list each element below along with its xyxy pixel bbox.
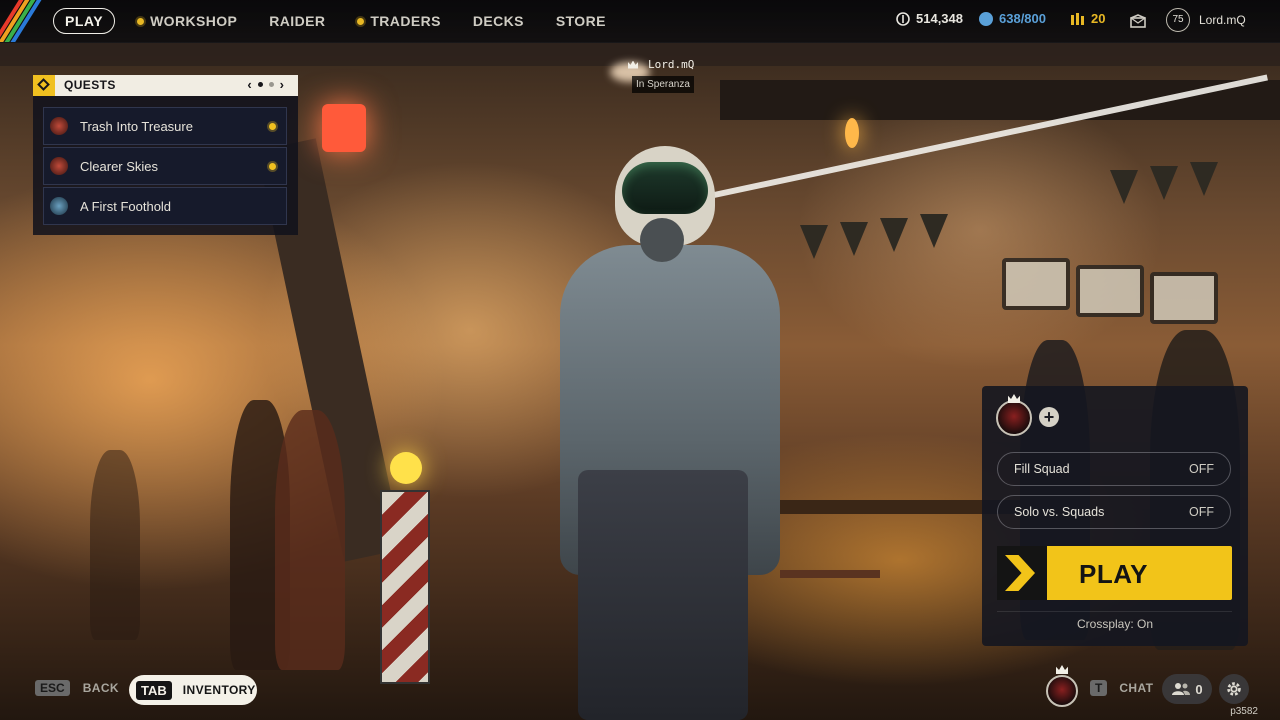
inventory-button[interactable]: TAB INVENTORY bbox=[129, 675, 257, 705]
tracked-marker-icon bbox=[269, 122, 276, 130]
friends-icon bbox=[1172, 683, 1191, 695]
quests-diamond-icon bbox=[33, 75, 55, 96]
nav-tab-label: WORKSHOP bbox=[150, 13, 238, 29]
nav-tab-workshop[interactable]: WORKSHOP bbox=[137, 8, 237, 34]
inventory-label: INVENTORY bbox=[182, 683, 256, 697]
solo-vs-squads-toggle[interactable]: Solo vs. Squads OFF bbox=[997, 495, 1231, 529]
play-button-label: PLAY bbox=[1079, 559, 1148, 589]
nav-tab-play[interactable]: PLAY bbox=[53, 8, 116, 34]
tokens-value: 20 bbox=[1091, 11, 1106, 26]
quest-giver-avatar-icon bbox=[50, 157, 68, 175]
player-nameplate: Lord.mQ In Speranza bbox=[628, 58, 694, 93]
fill-squad-toggle[interactable]: Fill Squad OFF bbox=[997, 452, 1231, 486]
tracked-marker-icon bbox=[269, 162, 276, 170]
esc-key-hint: ESC bbox=[35, 680, 70, 696]
friends-count: 0 bbox=[1195, 681, 1203, 697]
nav-tab-decks[interactable]: DECKS bbox=[473, 8, 524, 34]
nav-tab-raider[interactable]: RAIDER bbox=[269, 8, 325, 34]
quests-panel: QUESTS ‹ › Trash Into Treasure Clearer S… bbox=[33, 75, 298, 235]
notification-dot-icon bbox=[357, 17, 365, 25]
raider-tokens-icon bbox=[1071, 12, 1084, 25]
chevron-left-icon[interactable]: ‹ bbox=[247, 77, 251, 92]
nameplate-name: Lord.mQ bbox=[648, 58, 695, 71]
quest-label: Trash Into Treasure bbox=[80, 118, 193, 134]
main-nav: PLAY WORKSHOP RAIDER TRADERS DECKS STORE bbox=[53, 8, 638, 34]
chat-label: CHAT bbox=[1119, 681, 1154, 695]
quests-title: QUESTS bbox=[64, 78, 116, 92]
coins-value: 514,348 bbox=[916, 11, 963, 26]
nameplate-location: In Speranza bbox=[632, 76, 694, 93]
page-dot-active bbox=[257, 82, 263, 87]
friends-button[interactable]: 0 bbox=[1162, 674, 1212, 704]
quest-giver-avatar-icon bbox=[50, 197, 68, 215]
quest-giver-avatar-icon bbox=[50, 117, 68, 135]
top-navigation-bar: PLAY WORKSHOP RAIDER TRADERS DECKS STORE… bbox=[0, 0, 1280, 43]
add-squad-member-button[interactable]: + bbox=[1039, 407, 1059, 427]
coins-icon bbox=[896, 11, 910, 26]
toggle-label: Solo vs. Squads bbox=[1014, 505, 1105, 519]
player-profile[interactable]: 75 Lord.mQ bbox=[1166, 8, 1246, 32]
currency-tokens[interactable]: 20 bbox=[1070, 11, 1105, 26]
nav-tab-label: TRADERS bbox=[370, 13, 441, 29]
squad-leader-avatar[interactable] bbox=[996, 400, 1032, 436]
play-chevron-icon bbox=[997, 546, 1047, 600]
divider bbox=[997, 611, 1232, 612]
toggle-state: OFF bbox=[1189, 462, 1214, 476]
page-dot bbox=[268, 82, 274, 87]
crown-icon bbox=[1008, 394, 1020, 403]
toggle-state: OFF bbox=[1189, 505, 1214, 519]
build-version: p3582 bbox=[1230, 706, 1258, 717]
brand-stripes-icon bbox=[0, 0, 46, 42]
quests-header: QUESTS ‹ › bbox=[33, 75, 298, 96]
player-level-badge: 75 bbox=[1166, 8, 1190, 32]
currency-credits[interactable]: 638/800 bbox=[979, 11, 1046, 26]
chat-button[interactable]: T CHAT bbox=[1090, 680, 1153, 696]
quest-item[interactable]: Clearer Skies bbox=[43, 147, 287, 185]
nav-tab-traders[interactable]: TRADERS bbox=[357, 8, 440, 34]
gear-icon bbox=[1227, 682, 1241, 696]
crossplay-status: Crossplay: On bbox=[1076, 617, 1154, 631]
barrier-post bbox=[380, 490, 430, 684]
nav-tab-label: DECKS bbox=[472, 13, 524, 29]
back-label: BACK bbox=[82, 681, 119, 695]
nav-tab-label: STORE bbox=[555, 13, 606, 29]
toggle-label: Fill Squad bbox=[1014, 462, 1070, 476]
quest-label: Clearer Skies bbox=[80, 158, 159, 174]
crafting-credits-icon bbox=[979, 11, 993, 26]
nav-tab-store[interactable]: STORE bbox=[556, 8, 606, 34]
chevron-right-icon[interactable]: › bbox=[280, 77, 284, 92]
quests-pager: ‹ › bbox=[247, 77, 284, 92]
nav-tab-label: RAIDER bbox=[269, 13, 326, 29]
mail-icon[interactable] bbox=[1130, 14, 1146, 28]
currency-coins[interactable]: 514,348 bbox=[896, 11, 963, 26]
back-button[interactable]: ESC BACK bbox=[35, 680, 119, 696]
t-key-hint: T bbox=[1090, 680, 1108, 696]
notification-dot-icon bbox=[137, 17, 145, 25]
settings-button[interactable] bbox=[1219, 674, 1249, 704]
player-name: Lord.mQ bbox=[1199, 13, 1246, 27]
squad-panel: + Fill Squad OFF Solo vs. Squads OFF PLA… bbox=[982, 386, 1248, 646]
credits-value: 638/800 bbox=[999, 11, 1046, 26]
quest-item[interactable]: A First Foothold bbox=[43, 187, 287, 225]
play-button[interactable]: PLAY bbox=[997, 546, 1232, 600]
quest-label: A First Foothold bbox=[80, 198, 172, 214]
quest-item[interactable]: Trash Into Treasure bbox=[43, 107, 287, 145]
player-avatar[interactable] bbox=[1046, 675, 1078, 707]
tab-key-hint: TAB bbox=[136, 680, 172, 700]
crown-icon bbox=[628, 60, 638, 69]
